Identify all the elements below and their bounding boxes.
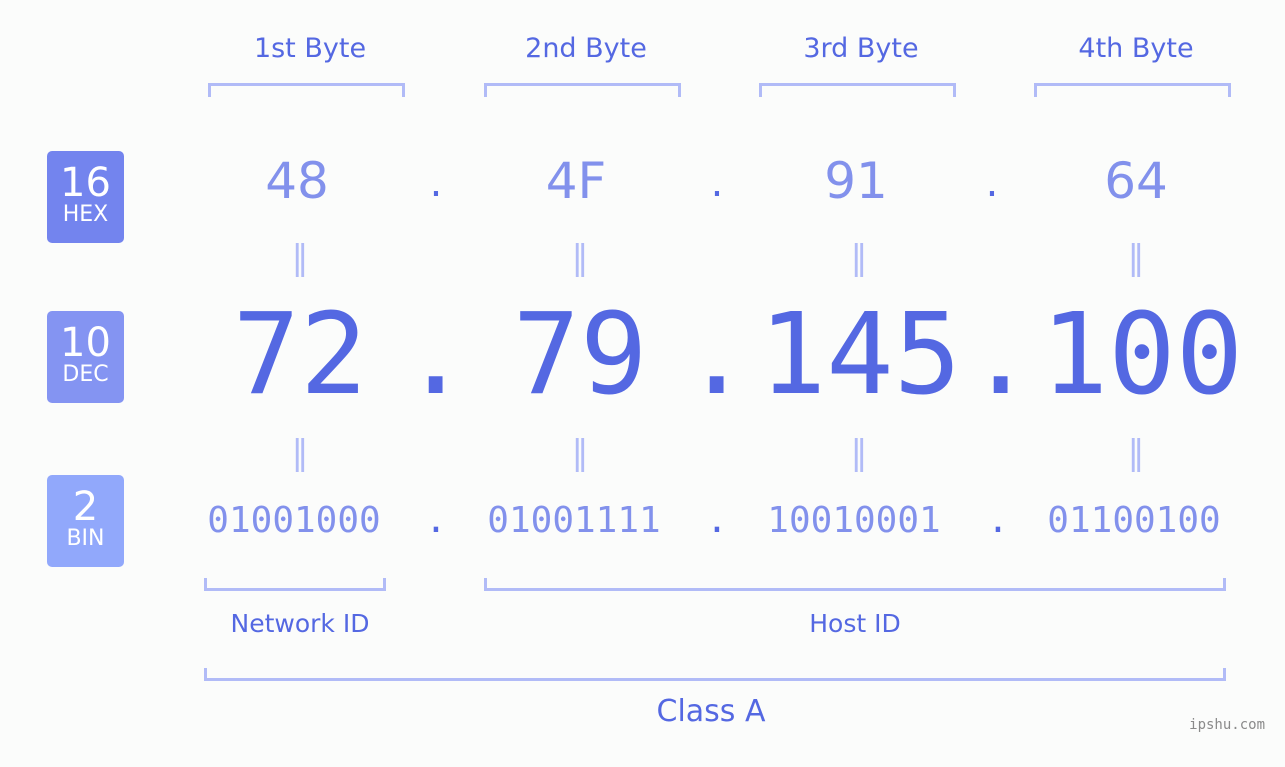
bin-badge-label: BIN — [66, 526, 105, 551]
byte-bracket-2 — [484, 83, 681, 97]
hex-badge-label: HEX — [62, 202, 109, 227]
hex-byte-2: 4F — [545, 152, 607, 210]
byte-bracket-1 — [208, 83, 405, 97]
hex-byte-4: 64 — [1104, 152, 1168, 210]
hex-dot-2: . — [710, 160, 724, 206]
hex-dot-1: . — [429, 160, 443, 206]
byte-header-2: 2nd Byte — [525, 33, 647, 64]
dec-badge: 10 DEC — [47, 311, 124, 403]
byte-header-4: 4th Byte — [1078, 33, 1194, 64]
byte-header-3: 3rd Byte — [803, 33, 919, 64]
equals-hex-dec-3: ‖ — [850, 238, 868, 278]
network-id-label: Network ID — [230, 609, 370, 638]
host-id-bracket — [484, 578, 1226, 591]
byte-bracket-4 — [1034, 83, 1231, 97]
equals-hex-dec-1: ‖ — [291, 238, 309, 278]
dec-byte-1: 72 — [232, 290, 368, 420]
host-id-label: Host ID — [809, 609, 901, 638]
equals-hex-dec-2: ‖ — [571, 238, 589, 278]
class-label: Class A — [656, 694, 766, 729]
equals-dec-bin-1: ‖ — [291, 433, 309, 473]
watermark: ipshu.com — [1189, 717, 1265, 733]
hex-dot-3: . — [985, 160, 999, 206]
bin-byte-2: 01001111 — [487, 500, 661, 541]
bin-badge-number: 2 — [72, 484, 99, 530]
equals-dec-bin-2: ‖ — [571, 433, 589, 473]
hex-byte-1: 48 — [265, 152, 329, 210]
equals-dec-bin-4: ‖ — [1127, 433, 1145, 473]
bin-byte-3: 10010001 — [767, 500, 941, 541]
hex-byte-3: 91 — [824, 152, 888, 210]
hex-badge-number: 16 — [60, 160, 111, 206]
bin-byte-1: 01001000 — [207, 500, 381, 541]
dec-byte-3: 145 — [758, 290, 962, 420]
dec-badge-number: 10 — [60, 320, 111, 366]
dec-byte-4: 100 — [1040, 290, 1244, 420]
byte-header-1: 1st Byte — [253, 33, 367, 64]
byte-bracket-3 — [759, 83, 956, 97]
dec-byte-2: 79 — [512, 290, 648, 420]
bin-byte-4: 01100100 — [1047, 500, 1221, 541]
network-id-bracket — [204, 578, 386, 591]
equals-hex-dec-4: ‖ — [1127, 238, 1145, 278]
class-bracket — [204, 668, 1226, 681]
equals-dec-bin-3: ‖ — [850, 433, 868, 473]
hex-badge: 16 HEX — [47, 151, 124, 243]
dec-badge-label: DEC — [62, 362, 109, 387]
bin-badge: 2 BIN — [47, 475, 124, 567]
